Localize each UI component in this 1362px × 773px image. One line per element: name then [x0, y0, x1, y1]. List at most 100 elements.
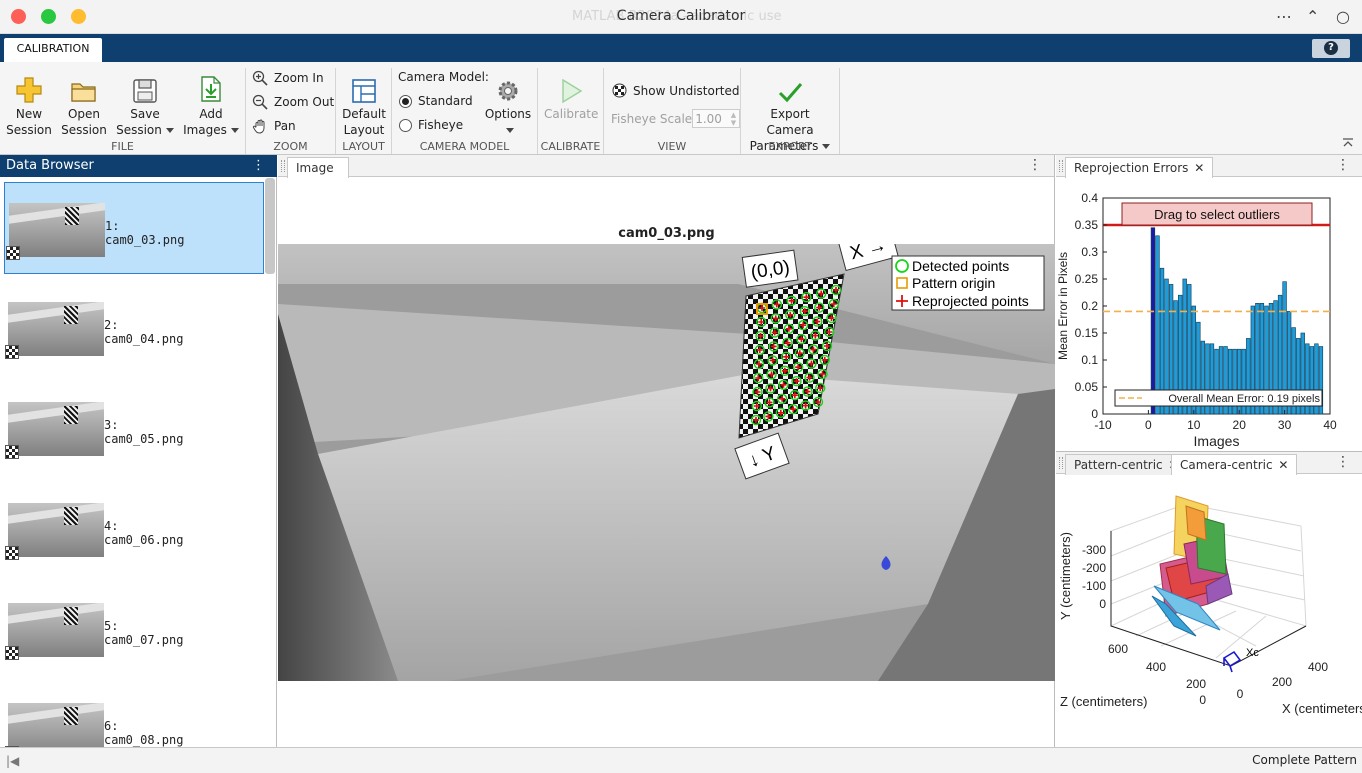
show-undistorted-button[interactable]: Show Undistorted	[612, 83, 739, 98]
list-item[interactable]: 4: cam0_06.png	[4, 483, 264, 575]
new-session-icon	[4, 72, 54, 104]
camera-model-title: Camera Model:	[398, 70, 489, 84]
thumbnail-image	[8, 603, 104, 657]
add-images-icon	[180, 72, 242, 104]
more-icon[interactable]: ⋯	[1276, 7, 1292, 26]
data-browser-title: Data Browser	[6, 158, 94, 173]
help-button[interactable]: ?	[1312, 39, 1350, 58]
fisheye-scale-spinner[interactable]: 1.00 ▲ ▼	[692, 109, 741, 128]
x-tick-label: 20	[1233, 418, 1247, 432]
checkerboard-badge-icon	[6, 246, 20, 260]
extrinsics-3d-plot[interactable]: Xc -300 -200 -100 0 600 400 200 0 0 200 …	[1056, 476, 1362, 748]
reprojection-error-chart[interactable]: Drag to select outliers 0 0.05 0.1 0.15 0.2 0.…	[1056, 179, 1362, 451]
view-section: Show Undistorted Fisheye Scale 1.00 ▲ ▼ V…	[604, 68, 741, 154]
section-label-zoom: ZOOM	[273, 140, 308, 153]
y-tick-label: 0.15	[1075, 326, 1099, 340]
radio-fisheye[interactable]: Fisheye	[399, 118, 463, 132]
calibrate-button[interactable]: Calibrate	[544, 72, 598, 122]
image-title: cam0_03.png	[618, 226, 715, 241]
restore-icon[interactable]: ○	[1336, 7, 1350, 26]
svg-text:Reprojected points: Reprojected points	[912, 293, 1029, 309]
radio-standard[interactable]: Standard	[399, 94, 473, 108]
default-layout-button[interactable]: Default Layout	[338, 72, 390, 138]
tab-pattern-centric[interactable]: Pattern-centric ✕	[1065, 454, 1188, 475]
pattern-cluster	[1151, 495, 1233, 637]
chevron-down-icon	[165, 128, 174, 133]
zoom-in-button[interactable]: Zoom In	[252, 70, 324, 86]
section-label-camera-model: CAMERA MODEL	[419, 140, 510, 153]
help-icon: ?	[1324, 41, 1338, 55]
drag-hint-text: Drag to select outliers	[1154, 207, 1280, 222]
x-tick-label: 10	[1187, 418, 1201, 432]
gear-icon	[484, 72, 532, 104]
minimize-toolstrip-icon[interactable]: ⌃	[1306, 7, 1319, 26]
list-item[interactable]: 3: cam0_05.png	[4, 382, 264, 474]
y-axis-label: Mean Error in Pixels	[1056, 252, 1070, 360]
drag-grip-icon[interactable]	[1059, 160, 1063, 172]
error-bar	[1150, 227, 1156, 415]
svg-text:-100: -100	[1082, 579, 1106, 593]
image-tab-strip: Image ⋮	[278, 155, 1054, 178]
svg-text:-200: -200	[1082, 561, 1106, 575]
camera-model-section: Camera Model: Standard Fisheye Options C…	[392, 68, 538, 154]
options-button[interactable]: Options	[484, 72, 532, 138]
camera-icon	[1222, 650, 1242, 673]
drag-grip-icon[interactable]	[1059, 457, 1063, 469]
kebab-menu-icon[interactable]: ⋮	[1336, 157, 1350, 173]
fisheye-scale-label: Fisheye Scale	[611, 111, 693, 126]
collapse-toolstrip-icon[interactable]	[1342, 137, 1354, 151]
checkerboard-badge-icon	[5, 646, 19, 660]
list-item[interactable]: 1: cam0_03.png	[4, 182, 264, 274]
tab-reprojection-errors[interactable]: Reprojection Errors ✕	[1065, 157, 1214, 178]
open-session-button[interactable]: Open Session	[58, 72, 110, 138]
legend-mean-label: Overall Mean Error: 0.19 pixels	[1168, 393, 1320, 405]
close-icon[interactable]: ✕	[1278, 458, 1288, 472]
kebab-menu-icon[interactable]: ⋮	[252, 155, 265, 177]
extrinsics-panel: Pattern-centric ✕ Camera-centric ✕ ⋮	[1056, 451, 1362, 747]
thumbnail-image	[9, 203, 105, 257]
legend: Detected points Pattern origin Reproject…	[891, 255, 1045, 311]
list-item[interactable]: 2: cam0_04.png	[4, 282, 264, 374]
kebab-menu-icon[interactable]: ⋮	[1336, 454, 1350, 470]
ribbon-tab-strip: CALIBRATION ?	[0, 34, 1362, 62]
data-browser-scrollbar[interactable]	[265, 178, 275, 274]
tab-image[interactable]: Image	[287, 157, 349, 178]
fisheye-scale-row: Fisheye Scale 1.00 ▲ ▼	[611, 109, 741, 128]
x-tick-label: 30	[1278, 418, 1292, 432]
x-tick-label: 40	[1323, 418, 1337, 432]
thumbnail-image	[8, 302, 104, 356]
extrinsics-tab-strip: Pattern-centric ✕ Camera-centric ✕ ⋮	[1056, 452, 1362, 475]
y-tick-label: 0.1	[1081, 353, 1098, 367]
new-session-button[interactable]: New Session	[4, 72, 54, 138]
close-icon[interactable]: ✕	[1194, 161, 1204, 175]
y-tick-label: 0.05	[1075, 380, 1099, 394]
list-item[interactable]: 5: cam0_07.png	[4, 583, 264, 675]
save-session-button[interactable]: Save Session	[112, 72, 178, 138]
radio-unchecked-icon	[399, 118, 412, 132]
calibration-image[interactable]: (0,0) X → ↓ Y Detected points Pattern or…	[278, 244, 1055, 681]
svg-text:600: 600	[1108, 642, 1128, 656]
zoom-out-button[interactable]: Zoom Out	[252, 94, 334, 110]
y-tick-label: 0.25	[1075, 272, 1099, 286]
spinner-arrows-icon: ▲ ▼	[730, 110, 737, 127]
add-images-button[interactable]: Add Images	[180, 72, 242, 138]
reprojection-tab-strip: Reprojection Errors ✕ ⋮	[1056, 155, 1362, 178]
y-tick-label: 0.35	[1075, 218, 1099, 232]
chevron-down-icon	[506, 128, 514, 133]
tab-calibration[interactable]: CALIBRATION	[4, 38, 102, 62]
section-label-layout: LAYOUT	[342, 140, 385, 153]
play-icon	[544, 72, 598, 104]
pan-hand-icon	[252, 119, 265, 134]
list-item[interactable]: 6: cam0_08.png	[4, 683, 264, 747]
drag-grip-icon[interactable]	[281, 160, 285, 172]
kebab-menu-icon[interactable]: ⋮	[1028, 157, 1042, 173]
section-label-export: EXPORT	[768, 140, 812, 153]
svg-text:X (centimeters): X (centimeters)	[1282, 701, 1362, 716]
y-tick-label: 0.3	[1081, 245, 1098, 259]
pan-button[interactable]: Pan	[252, 118, 296, 134]
save-icon	[112, 72, 178, 104]
status-text: Complete Pattern	[1252, 753, 1357, 767]
svg-text:-300: -300	[1082, 543, 1106, 557]
collapse-panel-icon[interactable]: |◀	[6, 754, 19, 768]
tab-camera-centric[interactable]: Camera-centric ✕	[1171, 454, 1298, 475]
